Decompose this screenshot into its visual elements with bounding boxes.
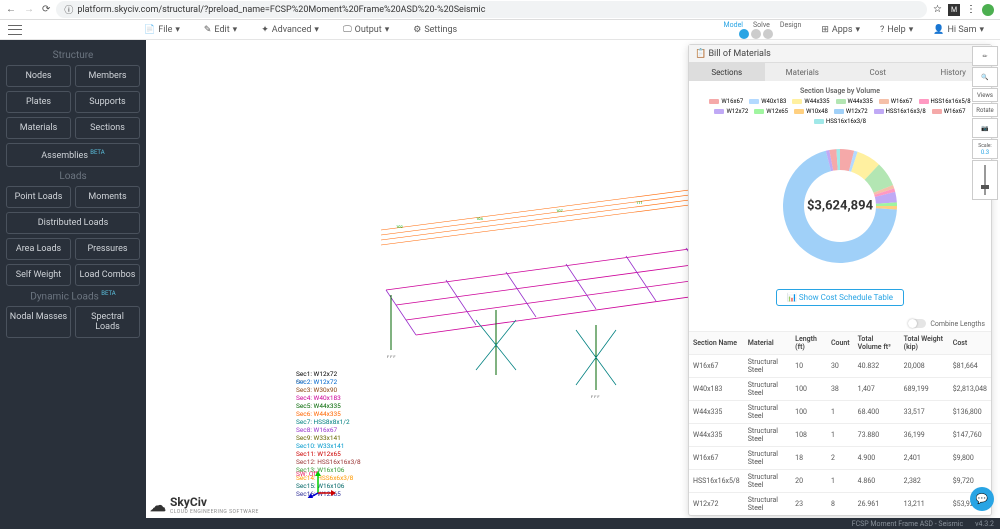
load-combos-button[interactable]: Load Combos (75, 264, 140, 286)
mode-solve[interactable]: Solve (753, 21, 770, 29)
col-header[interactable]: Total Weight (kip) (900, 332, 949, 355)
svg-text:107: 107 (556, 208, 563, 213)
rotate-tool[interactable]: Rotate (972, 103, 998, 117)
show-cost-table-button[interactable]: 📊 Show Cost Schedule Table (776, 289, 904, 306)
edit-menu[interactable]: ✎ Edit ▾ (192, 25, 249, 35)
materials-button[interactable]: Materials (6, 117, 71, 139)
apps-menu[interactable]: ⊞ Apps ▾ (813, 25, 868, 35)
bom-panel: 📋 Bill of Materials × Sections Materials… (688, 44, 992, 516)
scale-label: Scale:0.3 (972, 139, 998, 159)
chart-title: Section Usage by Volume (695, 87, 985, 95)
loads-heading: Loads (6, 171, 140, 182)
info-icon: ⓘ (64, 3, 73, 16)
list-icon: 📋 (695, 49, 706, 59)
area-loads-button[interactable]: Area Loads (6, 238, 71, 260)
panel-title: Bill of Materials (708, 49, 770, 59)
donut-chart: $3,624,894 (765, 131, 915, 281)
svg-text:102: 102 (396, 224, 403, 229)
combine-toggle[interactable] (908, 319, 926, 328)
moments-button[interactable]: Moments (75, 186, 140, 208)
reload-icon[interactable]: ⟳ (42, 4, 50, 15)
mode-dot-2[interactable] (751, 29, 761, 39)
tab-materials[interactable]: Materials (765, 63, 841, 81)
zoom-tool[interactable]: 🔍 (972, 67, 998, 87)
settings-menu[interactable]: ⚙ Settings (401, 25, 469, 35)
svg-text:F F F: F F F (591, 394, 600, 399)
plates-button[interactable]: Plates (6, 91, 71, 113)
col-header[interactable]: Length (ft) (791, 332, 827, 355)
supports-button[interactable]: Supports (75, 91, 140, 113)
svg-text:104: 104 (476, 216, 483, 221)
status-bar: FCSP Moment Frame ASD - Seismic v4.3.2 (0, 518, 1000, 529)
dist-loads-button[interactable]: Distributed Loads (6, 212, 140, 234)
advanced-menu[interactable]: ✦ Advanced ▾ (249, 25, 331, 35)
forward-icon[interactable]: → (24, 4, 34, 15)
star-icon[interactable]: ☆ (933, 4, 942, 15)
right-tool-stack: ✏ 🔍 Views Rotate 📷 Scale:0.3 (972, 46, 998, 200)
mode-dot-1[interactable] (739, 29, 749, 39)
url-bar[interactable]: ⓘ platform.skyciv.com/structural/?preloa… (56, 1, 927, 18)
hamburger-icon[interactable] (8, 25, 22, 35)
mode-dot-3[interactable] (763, 29, 773, 39)
back-icon[interactable]: ← (6, 4, 16, 15)
structure-heading: Structure (6, 50, 140, 61)
chat-icon[interactable]: 💬 (970, 487, 994, 511)
table-row[interactable]: W40x183Structural Steel100381,407689,199… (689, 378, 991, 401)
col-header[interactable]: Total Volume ft³ (854, 332, 900, 355)
pencil-tool[interactable]: ✏ (972, 46, 998, 66)
nodal-masses-button[interactable]: Nodal Masses (6, 306, 71, 338)
table-row[interactable]: W44x335Structural Steel100168.40033,517$… (689, 401, 991, 424)
table-row[interactable]: W44x335Structural Steel108173.88036,199$… (689, 424, 991, 447)
views-tool[interactable]: Views (972, 88, 998, 102)
table-row[interactable]: W16x67Structural Steel1824.9002,401$9,80… (689, 447, 991, 470)
camera-tool[interactable]: 📷 (972, 118, 998, 138)
output-menu[interactable]: 🖵 Output ▾ (331, 25, 401, 35)
left-sidebar: Structure NodesMembers PlatesSupports Ma… (0, 40, 146, 518)
dyn-loads-heading: Dynamic Loads BETA (6, 290, 140, 302)
col-header[interactable]: Section Name (689, 332, 744, 355)
scale-slider[interactable] (972, 160, 998, 200)
browser-bar: ← → ⟳ ⓘ platform.skyciv.com/structural/?… (0, 0, 1000, 20)
menu-icon[interactable]: ⋮ (966, 4, 976, 15)
file-menu[interactable]: 📄 File ▾ (132, 25, 192, 35)
members-button[interactable]: Members (75, 65, 140, 87)
tab-sections[interactable]: Sections (689, 63, 765, 81)
table-row[interactable]: W12x72Structural Steel23826.96113,211$53… (689, 493, 991, 516)
project-name: FCSP Moment Frame ASD - Seismic (852, 520, 963, 528)
sections-button[interactable]: Sections (75, 117, 140, 139)
svg-text:F F F: F F F (387, 354, 396, 359)
chart-legend: W16x67W40x183W44x335W44x335W16x67HSS16x1… (695, 98, 985, 125)
mode-model[interactable]: Model (724, 21, 743, 29)
help-menu[interactable]: ? Help ▾ (872, 25, 921, 35)
svg-text:111: 111 (636, 200, 643, 205)
axes-icon (306, 468, 336, 498)
tab-cost[interactable]: Cost (840, 63, 916, 81)
skyciv-logo: ☁ SkyCivCLOUD ENGINEERING SOFTWARE (150, 495, 259, 515)
pressures-button[interactable]: Pressures (75, 238, 140, 260)
assemblies-button[interactable]: Assemblies BETA (6, 143, 140, 167)
app-toolbar: 📄 File ▾ ✎ Edit ▾ ✦ Advanced ▾ 🖵 Output … (0, 20, 1000, 40)
col-header[interactable]: Count (827, 332, 854, 355)
table-row[interactable]: W16x67Structural Steel103040.83220,008$8… (689, 355, 991, 378)
avatar-icon[interactable] (982, 4, 994, 16)
spectral-loads-button[interactable]: Spectral Loads (75, 306, 140, 338)
self-weight-button[interactable]: Self Weight (6, 264, 71, 286)
sections-table: Section NameMaterialLength (ft)CountTota… (689, 331, 991, 515)
col-header[interactable]: Material (744, 332, 791, 355)
version-label: v4.3.2 (975, 520, 994, 528)
canvas-3d[interactable]: 102104107 111117 F F FF F F F F FF F F S… (146, 40, 1000, 518)
combine-label: Combine Lengths (930, 320, 985, 328)
mode-design[interactable]: Design (780, 21, 801, 29)
table-row[interactable]: HSS16x16x5/8Structural Steel2014.8602,38… (689, 470, 991, 493)
point-loads-button[interactable]: Point Loads (6, 186, 71, 208)
donut-center-value: $3,624,894 (807, 199, 873, 214)
url-text: platform.skyciv.com/structural/?preload_… (77, 5, 485, 15)
ext-icon[interactable]: M (948, 4, 960, 16)
col-header[interactable]: Cost (949, 332, 991, 355)
nodes-button[interactable]: Nodes (6, 65, 71, 87)
user-menu[interactable]: 👤 Hi Sam ▾ (925, 25, 992, 35)
